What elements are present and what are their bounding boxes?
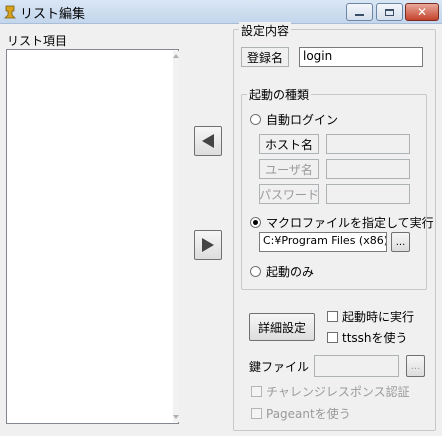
run-at-start-label[interactable]: 起動時に実行 — [342, 308, 414, 325]
macro-radio[interactable] — [250, 217, 261, 228]
list-box[interactable] — [6, 49, 179, 424]
maximize-button[interactable] — [376, 3, 403, 21]
key-file-browse-button: ... — [406, 355, 425, 377]
arrow-right-icon — [202, 238, 214, 252]
maximize-icon — [385, 8, 394, 16]
ttssh-checkbox[interactable] — [327, 332, 338, 343]
close-icon: ✕ — [416, 5, 428, 19]
registration-name-input[interactable]: login — [299, 47, 423, 67]
run-at-start-checkbox[interactable] — [327, 311, 338, 322]
pageant-label: Pageantを使う — [266, 407, 351, 421]
password-input — [326, 184, 410, 204]
user-input — [326, 159, 410, 179]
key-file-label: 鍵ファイル — [249, 360, 310, 374]
scroll-up-icon[interactable] — [173, 54, 179, 58]
macro-browse-button[interactable]: ... — [391, 232, 410, 252]
auto-login-radio[interactable] — [250, 114, 261, 125]
scroll-down-icon[interactable] — [173, 415, 179, 419]
move-left-button[interactable] — [194, 126, 222, 156]
settings-group-label: 設定内容 — [239, 22, 292, 39]
close-button[interactable]: ✕ — [405, 3, 439, 21]
detail-settings-button[interactable]: 詳細設定 — [249, 313, 315, 341]
arrow-left-icon — [202, 134, 214, 148]
macro-path-input[interactable]: C:¥Program Files (x86)¥ — [259, 232, 387, 252]
minimize-button[interactable] — [346, 3, 373, 21]
challenge-checkbox — [251, 386, 262, 397]
list-scrollbar[interactable] — [173, 51, 179, 422]
challenge-label: チャレンジレスポンス認証 — [266, 385, 410, 399]
move-right-button[interactable] — [194, 230, 222, 260]
launch-only-label[interactable]: 起動のみ — [266, 263, 314, 280]
list-label: リスト項目 — [7, 34, 68, 48]
auto-login-label[interactable]: 自動ログイン — [266, 111, 338, 128]
registration-name-label: 登録名 — [241, 47, 289, 67]
minimize-icon — [355, 14, 364, 16]
ttssh-label[interactable]: ttsshを使う — [342, 329, 408, 346]
pageant-checkbox — [251, 408, 262, 419]
macro-label[interactable]: マクロファイルを指定して実行 — [266, 214, 434, 231]
password-label: パスワード — [259, 184, 319, 204]
key-file-input — [314, 355, 399, 377]
user-label: ユーザ名 — [259, 159, 319, 179]
app-icon — [4, 5, 16, 19]
host-label: ホスト名 — [259, 134, 319, 154]
host-input — [326, 134, 410, 154]
window-title: リスト編集 — [20, 7, 86, 22]
startup-type-label: 起動の種類 — [247, 86, 312, 103]
launch-only-radio[interactable] — [250, 266, 261, 277]
title-bar: リスト編集 ✕ — [0, 0, 442, 24]
